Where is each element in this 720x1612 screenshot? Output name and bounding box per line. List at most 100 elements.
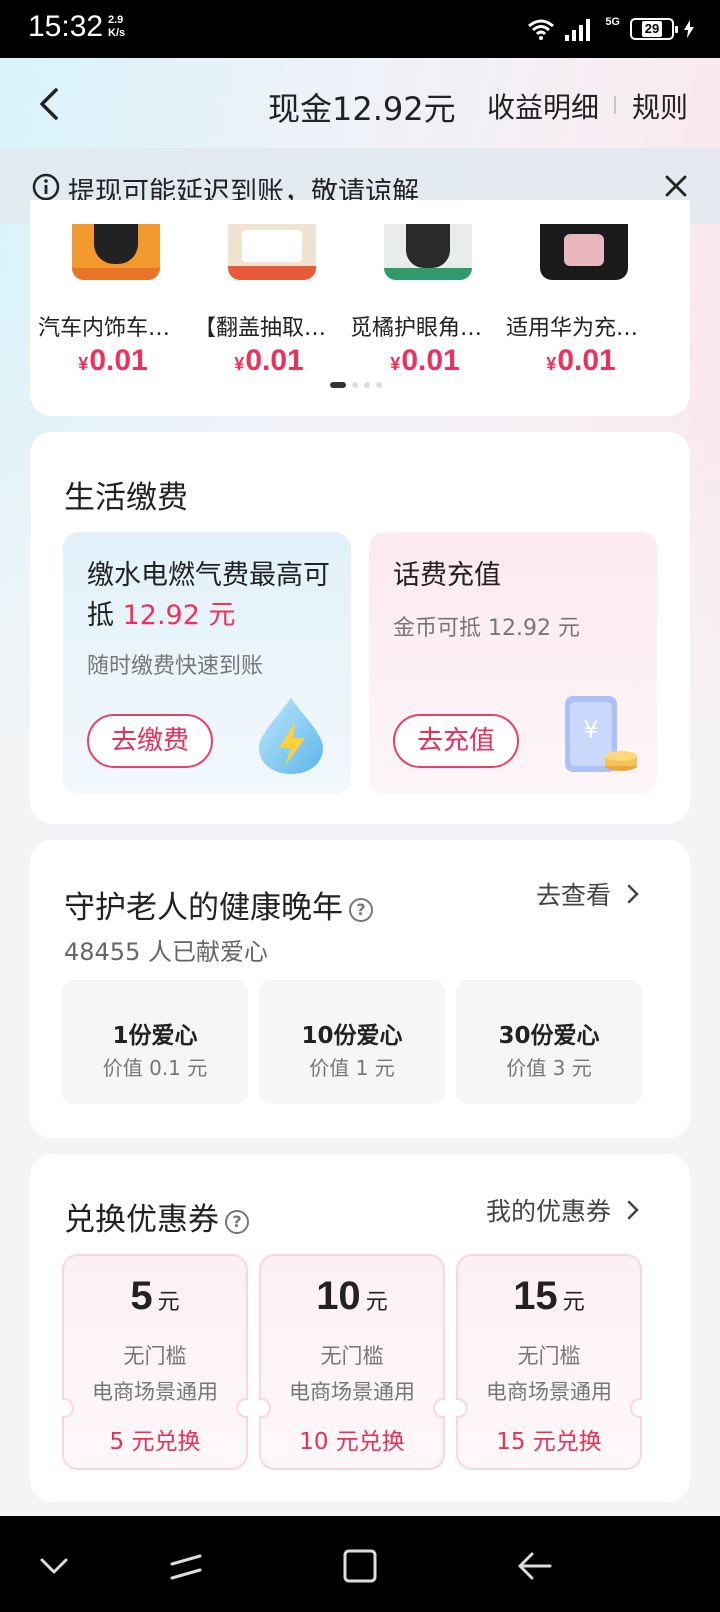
donor-count: 48455 人已献爱心 bbox=[64, 938, 268, 966]
menu-icon[interactable] bbox=[166, 1546, 206, 1586]
coupon-amount-unit: 元 bbox=[562, 1290, 585, 1315]
coupon-threshold: 无门槛 bbox=[517, 1344, 581, 1368]
charity-card: 守护老人的健康晚年? 48455 人已献爱心 去查看 1份爱心 价值 0.1 元… bbox=[30, 840, 690, 1138]
coupon-amount: 5 元 bbox=[64, 1274, 246, 1319]
product-price: ¥0.01 bbox=[350, 344, 500, 378]
status-icons: 5G 29 bbox=[527, 14, 694, 44]
phone-recharge-subtitle: 金币可抵 12.92 元 bbox=[393, 616, 580, 641]
lightning-drop-icon bbox=[259, 698, 323, 774]
utility-bill-subtitle: 随时缴费快速到账 bbox=[87, 654, 264, 679]
product-image bbox=[228, 224, 316, 280]
network-speed: 2.9 K/s bbox=[108, 14, 125, 40]
close-icon[interactable] bbox=[662, 172, 690, 200]
svg-text:¥: ¥ bbox=[583, 716, 598, 744]
coupon-scope: 电商场景通用 bbox=[92, 1380, 218, 1404]
price-value: 0.01 bbox=[557, 344, 616, 377]
status-bar: 15:32 2.9 K/s 5G 29 bbox=[0, 0, 720, 58]
life-payment-card: 生活缴费 缴水电燃气费最高可抵 12.92 元 随时缴费快速到账 去缴费 话费充… bbox=[30, 432, 690, 824]
coupon-amount-value: 5 bbox=[130, 1274, 153, 1318]
donation-option-value: 价值 0.1 元 bbox=[102, 1056, 208, 1080]
product-price: ¥0.01 bbox=[506, 344, 656, 378]
coupon-exchange-button[interactable]: 10 元兑换 bbox=[261, 1422, 443, 1456]
wifi-icon bbox=[528, 19, 555, 40]
product-name: 觅橘护眼角口... bbox=[350, 316, 500, 341]
utility-bill-title: 缴水电燃气费最高可抵 12.92 元 bbox=[87, 556, 337, 636]
coupon-item[interactable]: 15 元 无门槛 电商场景通用 15 元兑换 bbox=[456, 1254, 642, 1470]
carousel-indicator bbox=[330, 382, 382, 388]
coupon-threshold: 无门槛 bbox=[320, 1344, 384, 1368]
page-header: 现金12.92元 收益明细 规则 bbox=[0, 58, 720, 148]
help-icon[interactable]: ? bbox=[225, 1209, 249, 1234]
utility-bill-box[interactable]: 缴水电燃气费最高可抵 12.92 元 随时缴费快速到账 去缴费 bbox=[63, 532, 351, 794]
income-detail-link[interactable]: 收益明细 bbox=[487, 86, 599, 126]
coupon-exchange-button[interactable]: 15 元兑换 bbox=[458, 1422, 640, 1456]
product-carousel-card: 汽车内饰车内... ¥0.01 【翻盖抽取】... ¥0.01 觅橘护眼角口..… bbox=[30, 200, 690, 416]
carousel-dot bbox=[364, 382, 370, 388]
donation-option-label: 10份爱心 bbox=[301, 1023, 403, 1049]
back-nav-icon[interactable] bbox=[514, 1546, 554, 1586]
status-time: 15:32 bbox=[28, 10, 104, 43]
chevron-right-icon bbox=[627, 884, 639, 904]
network-type: 5G bbox=[605, 16, 620, 28]
coupon-scope: 电商场景通用 bbox=[289, 1380, 415, 1404]
donation-option-value: 价值 3 元 bbox=[506, 1056, 592, 1080]
back-icon[interactable] bbox=[34, 84, 68, 124]
charging-icon bbox=[684, 20, 694, 38]
price-value: 0.01 bbox=[89, 344, 148, 377]
charity-title-row: 守护老人的健康晚年? bbox=[64, 882, 373, 927]
battery-level: 29 bbox=[641, 21, 663, 37]
help-icon[interactable]: ? bbox=[349, 897, 373, 922]
currency-symbol: ¥ bbox=[546, 354, 557, 374]
product-image bbox=[72, 224, 160, 280]
pay-bill-button[interactable]: 去缴费 bbox=[87, 714, 214, 768]
rules-link[interactable]: 规则 bbox=[632, 86, 688, 126]
my-coupons-link[interactable]: 我的优惠券 bbox=[486, 1192, 641, 1228]
product-image bbox=[540, 224, 628, 280]
view-more-link[interactable]: 去查看 bbox=[536, 876, 641, 912]
donation-option[interactable]: 30份爱心 价值 3 元 bbox=[456, 980, 642, 1104]
phone-recharge-title: 话费充值 bbox=[393, 560, 501, 591]
currency-symbol: ¥ bbox=[390, 354, 401, 374]
coupon-title-row: 兑换优惠券? bbox=[64, 1194, 249, 1239]
coupon-amount-value: 15 bbox=[513, 1274, 558, 1318]
coupon-exchange-card: 兑换优惠券? 我的优惠券 5 元 无门槛 电商场景通用 5 元兑换 10 元 无… bbox=[30, 1154, 690, 1502]
coupon-scope: 电商场景通用 bbox=[486, 1380, 612, 1404]
product-price: ¥0.01 bbox=[38, 344, 188, 378]
carousel-dot bbox=[352, 382, 358, 388]
signal-icon bbox=[565, 19, 591, 41]
product-image bbox=[384, 224, 472, 280]
carousel-dot bbox=[376, 382, 382, 388]
coupon-amount-value: 10 bbox=[316, 1274, 361, 1318]
section-title: 生活缴费 bbox=[64, 480, 188, 516]
battery-icon: 29 bbox=[630, 18, 678, 40]
donation-option-value: 价值 1 元 bbox=[309, 1056, 395, 1080]
coupon-item[interactable]: 10 元 无门槛 电商场景通用 10 元兑换 bbox=[259, 1254, 445, 1470]
donation-option-label: 1份爱心 bbox=[112, 1023, 198, 1049]
info-icon bbox=[32, 173, 60, 201]
product-price: ¥0.01 bbox=[194, 344, 344, 378]
network-speed-unit: K/s bbox=[108, 27, 126, 39]
coupon-section-title: 兑换优惠券 bbox=[64, 1202, 219, 1238]
price-value: 0.01 bbox=[401, 344, 460, 377]
coupon-item[interactable]: 5 元 无门槛 电商场景通用 5 元兑换 bbox=[62, 1254, 248, 1470]
my-coupons-label: 我的优惠券 bbox=[486, 1197, 612, 1226]
coupon-amount: 10 元 bbox=[261, 1274, 443, 1319]
donation-option[interactable]: 10份爱心 价值 1 元 bbox=[259, 980, 445, 1104]
utility-bill-amount: 12.92 元 bbox=[122, 600, 236, 631]
recharge-button[interactable]: 去充值 bbox=[393, 714, 520, 768]
chevron-down-icon[interactable] bbox=[34, 1546, 74, 1586]
product-name: 适用华为充电... bbox=[506, 316, 656, 341]
coupon-amount: 15 元 bbox=[458, 1274, 640, 1319]
charity-title: 守护老人的健康晚年 bbox=[64, 890, 343, 926]
home-icon[interactable] bbox=[340, 1546, 380, 1586]
chevron-right-icon bbox=[627, 1200, 639, 1220]
product-name: 汽车内饰车内... bbox=[38, 316, 188, 341]
currency-symbol: ¥ bbox=[78, 354, 89, 374]
coupon-exchange-button[interactable]: 5 元兑换 bbox=[64, 1422, 246, 1456]
product-name: 【翻盖抽取】... bbox=[194, 316, 344, 341]
coupon-threshold: 无门槛 bbox=[123, 1344, 187, 1368]
coupon-amount-unit: 元 bbox=[157, 1290, 180, 1315]
header-divider bbox=[614, 96, 616, 114]
phone-recharge-box[interactable]: 话费充值 金币可抵 12.92 元 去充值 ¥ bbox=[369, 532, 657, 794]
donation-option[interactable]: 1份爱心 价值 0.1 元 bbox=[62, 980, 248, 1104]
